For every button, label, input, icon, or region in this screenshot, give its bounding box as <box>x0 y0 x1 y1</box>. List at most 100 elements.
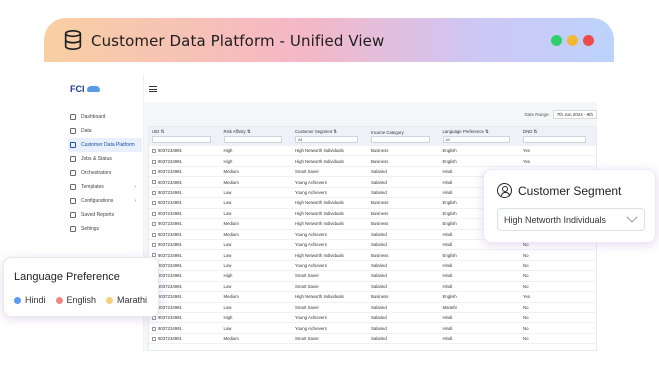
cell-value: Medium <box>223 169 239 175</box>
brand-logo[interactable]: FCI <box>70 84 100 94</box>
nav-item-icon <box>70 142 76 148</box>
table-row[interactable]: 9037234991 High High Networth Individuals B… <box>149 155 596 167</box>
cell-value: 9037234991 <box>158 336 182 342</box>
table-cell: 9037234991 <box>149 312 221 324</box>
sidebar-item[interactable]: Customer Data Platform <box>68 138 142 152</box>
sidebar-item[interactable]: Orchestrators <box>68 166 142 180</box>
table-header-row: UID ⇅ Risk Affinity ⇅ Customer Segment ⇅ In… <box>149 127 596 135</box>
table-cell: High Networth Individuals <box>292 155 369 167</box>
cell-value: Salaried <box>371 169 387 175</box>
table-cell: Business <box>368 197 440 209</box>
cell-value: 9037234991 <box>158 242 182 248</box>
row-checkbox[interactable] <box>152 326 156 331</box>
table-cell: High <box>220 145 293 157</box>
sidebar-item[interactable]: Settings <box>68 222 142 236</box>
column-header[interactable]: Customer Segment ⇅ <box>292 127 369 135</box>
table-row[interactable]: 9037234991 High Smart Saver Salaried Hindi No <box>149 270 596 282</box>
table-cell: Hindi <box>439 270 520 282</box>
cell-value: Salaried <box>371 315 387 321</box>
menu-icon[interactable] <box>149 86 157 94</box>
table-row[interactable]: 9037234991 High Young Achievers Salaried Hin… <box>149 312 596 324</box>
row-checkbox[interactable] <box>152 169 156 174</box>
column-filter-input[interactable] <box>223 136 283 143</box>
table-row[interactable]: 9037234991 Low Smart Saver Salaried Hindi No <box>149 281 596 293</box>
cell-value: High <box>223 315 233 321</box>
row-checkbox[interactable] <box>152 190 156 195</box>
row-checkbox[interactable] <box>152 159 156 164</box>
cell-value: English <box>442 221 457 227</box>
column-header[interactable]: DND ⇅ <box>519 127 596 135</box>
table-cell: Salaried <box>368 166 440 178</box>
table-cell: No <box>519 333 596 345</box>
language-preference-title: Language Preference <box>14 271 120 283</box>
cell-value: 9037234991 <box>158 210 182 216</box>
cell-value: 9037234991 <box>158 169 182 175</box>
column-filter-input[interactable] <box>152 136 211 143</box>
table-row[interactable]: 9037234991 Low Smart Saver Salaried Marathi N… <box>149 302 596 314</box>
row-checkbox[interactable] <box>152 232 156 237</box>
row-checkbox[interactable] <box>152 211 156 216</box>
sidebar-item[interactable]: Dashboard <box>68 110 142 124</box>
table-row[interactable]: 9037234991 Medium High Networth Individual… <box>149 291 596 303</box>
table-row[interactable]: 9037234991 High High Networth Individuals B… <box>149 145 596 157</box>
cell-value: High Networth Individuals <box>295 200 344 206</box>
cell-value: 9037234991 <box>158 189 182 195</box>
table-cell: High Networth Individuals <box>292 218 369 230</box>
column-header[interactable]: Income Category <box>368 127 440 135</box>
cell-value: Low <box>223 200 232 206</box>
sidebar-item-label: Saved Reports <box>81 212 115 218</box>
column-header[interactable]: Risk Affinity ⇅ <box>220 127 293 135</box>
table-cell: Low <box>220 260 293 272</box>
cell-value: 9037234991 <box>158 231 182 237</box>
table-row[interactable]: 9037234991 Low Young Achievers Salaried Hind… <box>149 322 596 334</box>
window-control-red[interactable] <box>583 35 594 46</box>
row-checkbox[interactable] <box>152 336 156 341</box>
cell-value: Low <box>223 252 232 258</box>
table-cell: 9037234991 <box>149 260 221 272</box>
language-preference-card: Language Preference Hindi English Marathi <box>3 257 159 317</box>
sidebar-item[interactable]: Data <box>68 124 142 138</box>
sidebar-item[interactable]: Templates › <box>68 180 142 194</box>
table-cell: High Networth Individuals <box>292 291 369 303</box>
cell-value: Yes <box>522 148 530 154</box>
cell-value: English <box>442 294 457 300</box>
cell-value: Hindi <box>442 169 453 175</box>
sidebar-item[interactable]: Jobs & Status <box>68 152 142 166</box>
row-checkbox[interactable] <box>152 243 156 248</box>
table-row[interactable]: 9037234991 Low Young Achievers Salaried Hind… <box>149 260 596 272</box>
cell-value: Young Achievers <box>295 189 327 195</box>
table-cell: Smart Saver <box>292 166 369 178</box>
window-control-yellow[interactable] <box>567 35 578 46</box>
column-filter-input[interactable] <box>522 136 586 143</box>
column-filter-input[interactable]: All <box>442 136 510 143</box>
row-checkbox[interactable] <box>152 222 156 227</box>
row-checkbox[interactable] <box>152 149 156 154</box>
table-cell: No <box>519 312 596 324</box>
table-row[interactable]: 9037234991 Medium Smart Saver Salaried Hindi… <box>149 333 596 345</box>
date-range-picker[interactable]: 7th Jun 2024 - 9th <box>552 110 597 119</box>
row-checkbox[interactable] <box>152 201 156 206</box>
column-filter-input[interactable]: All <box>295 136 359 143</box>
legend-item: Marathi <box>106 295 147 305</box>
window-control-green[interactable] <box>551 35 562 46</box>
column-filter-input[interactable] <box>371 136 430 143</box>
table-cell: Medium <box>220 218 293 230</box>
cell-value: Young Achievers <box>295 179 327 185</box>
table-row[interactable]: 9037234991 Low High Networth Individuals Bu… <box>149 249 596 261</box>
customer-segment-select[interactable]: High Networth Individuals <box>497 208 645 231</box>
cell-value: Salaried <box>371 231 387 237</box>
table-cell: Low <box>220 208 293 220</box>
cell-value: No <box>522 283 529 289</box>
table-cell: Salaried <box>368 312 440 324</box>
cell-value: Medium <box>223 336 239 342</box>
table-cell: Medium <box>220 229 293 240</box>
column-header[interactable]: Language Preference ⇅ <box>439 127 520 135</box>
column-header[interactable]: UID ⇅ <box>149 127 221 135</box>
table-cell: Salaried <box>368 229 440 240</box>
row-checkbox[interactable] <box>152 180 156 185</box>
sidebar-item[interactable]: Saved Reports <box>68 208 142 222</box>
sidebar-item[interactable]: Configurations › <box>68 194 142 208</box>
cell-value: Salaried <box>371 336 387 342</box>
date-range-label: Date Range: <box>524 112 550 117</box>
cell-value: Business <box>371 221 389 227</box>
